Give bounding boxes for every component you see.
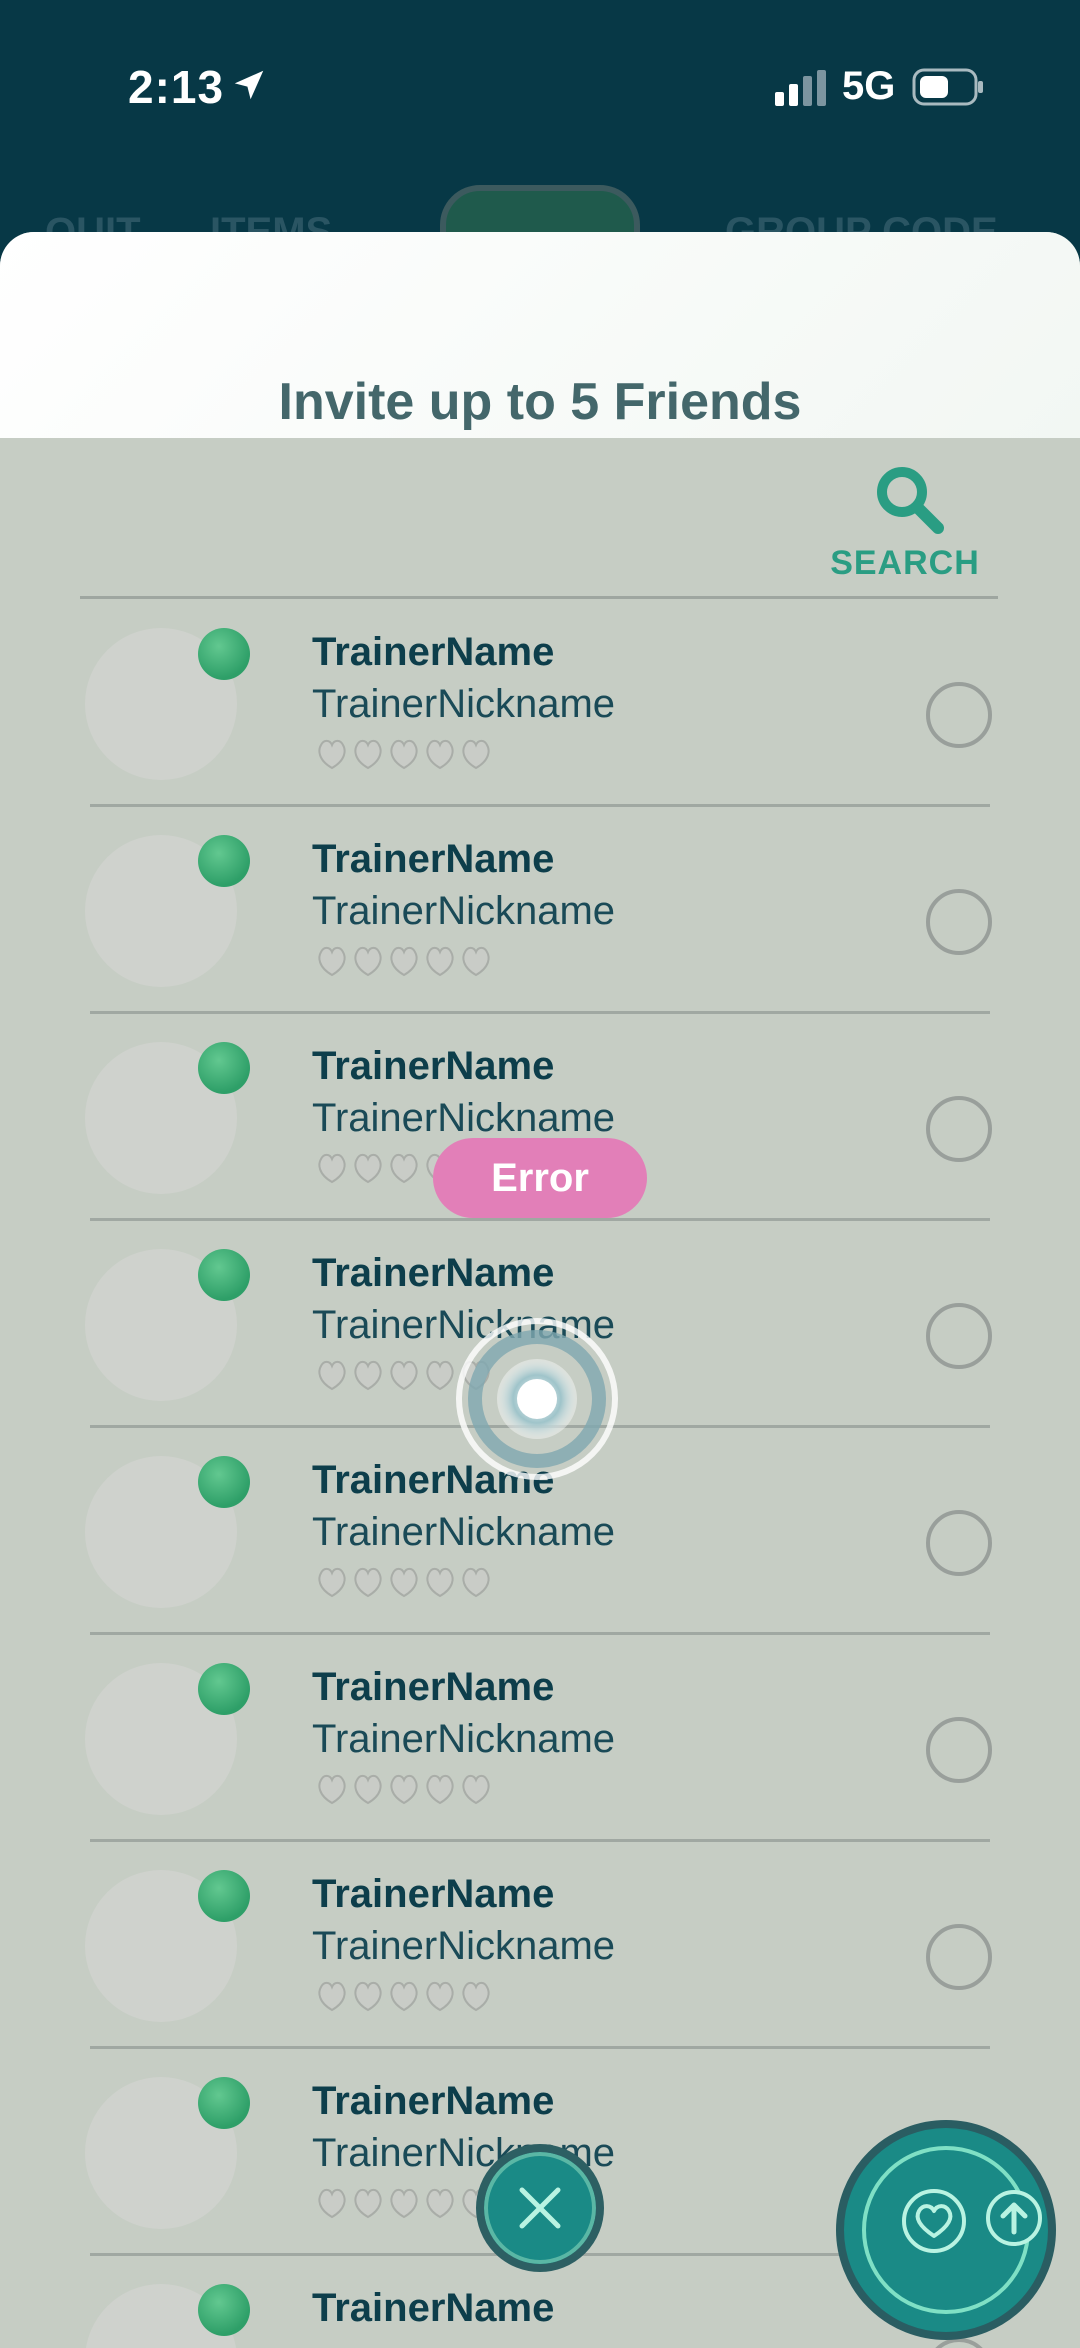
trainer-nickname: TrainerNickname [312, 682, 616, 726]
trainer-name: TrainerName [312, 1872, 555, 1916]
online-status-dot [198, 1870, 250, 1922]
select-checkbox[interactable] [926, 1717, 992, 1783]
close-icon [519, 2187, 561, 2229]
online-status-dot [198, 1249, 250, 1301]
friendship-hearts-icon [318, 2188, 490, 2219]
invite-friends-sheet: Invite up to 5 Friends SEARCH TrainerNam… [0, 232, 1080, 2348]
friendship-hearts-icon [318, 1774, 490, 1805]
friend-row[interactable]: TrainerName TrainerNickname [0, 1635, 1080, 1842]
search-icon [877, 467, 944, 534]
friends-button[interactable] [836, 2120, 1056, 2340]
online-status-dot [198, 2284, 250, 2336]
select-checkbox[interactable] [926, 682, 992, 748]
online-status-dot [198, 1663, 250, 1715]
status-bar: 2:13 5G [0, 0, 1080, 175]
select-checkbox[interactable] [926, 1303, 992, 1369]
friendship-hearts-icon [318, 739, 490, 770]
friendship-hearts-icon [318, 1567, 490, 1598]
location-arrow-icon [234, 70, 264, 100]
trainer-name: TrainerName [312, 837, 555, 881]
trainer-name: TrainerName [312, 1044, 555, 1088]
trainer-name: TrainerName [312, 630, 555, 674]
select-checkbox[interactable] [926, 1924, 992, 1990]
online-status-dot [198, 1456, 250, 1508]
online-status-dot [198, 1042, 250, 1094]
trainer-nickname: TrainerNickname [312, 1717, 616, 1761]
friend-row[interactable]: TrainerName TrainerNickname [0, 1842, 1080, 2049]
friendship-hearts-icon [318, 1981, 490, 2012]
error-toast: Error [433, 1138, 647, 1218]
trainer-nickname: TrainerNickname [312, 889, 616, 933]
friend-row[interactable]: TrainerName TrainerNickname [0, 807, 1080, 1014]
trainer-nickname: TrainerNickname [312, 1510, 616, 1554]
select-checkbox[interactable] [926, 1096, 992, 1162]
sheet-title: Invite up to 5 Friends [278, 373, 802, 431]
battery-icon [912, 68, 983, 106]
online-status-dot [198, 628, 250, 680]
online-status-dot [198, 835, 250, 887]
sheet-header: Invite up to 5 Friends [0, 232, 1080, 438]
heart-icon [902, 2189, 966, 2253]
trainer-name: TrainerName [312, 1251, 555, 1295]
friend-row[interactable]: TrainerName TrainerNickname [0, 600, 1080, 807]
status-time: 2:13 [128, 61, 225, 113]
network-type: 5G [842, 64, 896, 108]
list-divider [80, 596, 998, 599]
trainer-nickname: TrainerNickname [312, 1924, 616, 1968]
upload-arrow-icon [986, 2190, 1042, 2246]
trainer-nickname: TrainerNickname [312, 1096, 616, 1140]
trainer-name: TrainerName [312, 2286, 555, 2330]
signal-icon [775, 70, 826, 106]
friendship-hearts-icon [318, 946, 490, 977]
select-checkbox[interactable] [926, 1510, 992, 1576]
loading-spinner-icon [456, 1318, 618, 1480]
search-label: SEARCH [830, 544, 980, 582]
online-status-dot [198, 2077, 250, 2129]
select-checkbox[interactable] [926, 889, 992, 955]
trainer-name: TrainerName [312, 2079, 555, 2123]
trainer-name: TrainerName [312, 1665, 555, 1709]
close-button[interactable] [476, 2144, 604, 2272]
